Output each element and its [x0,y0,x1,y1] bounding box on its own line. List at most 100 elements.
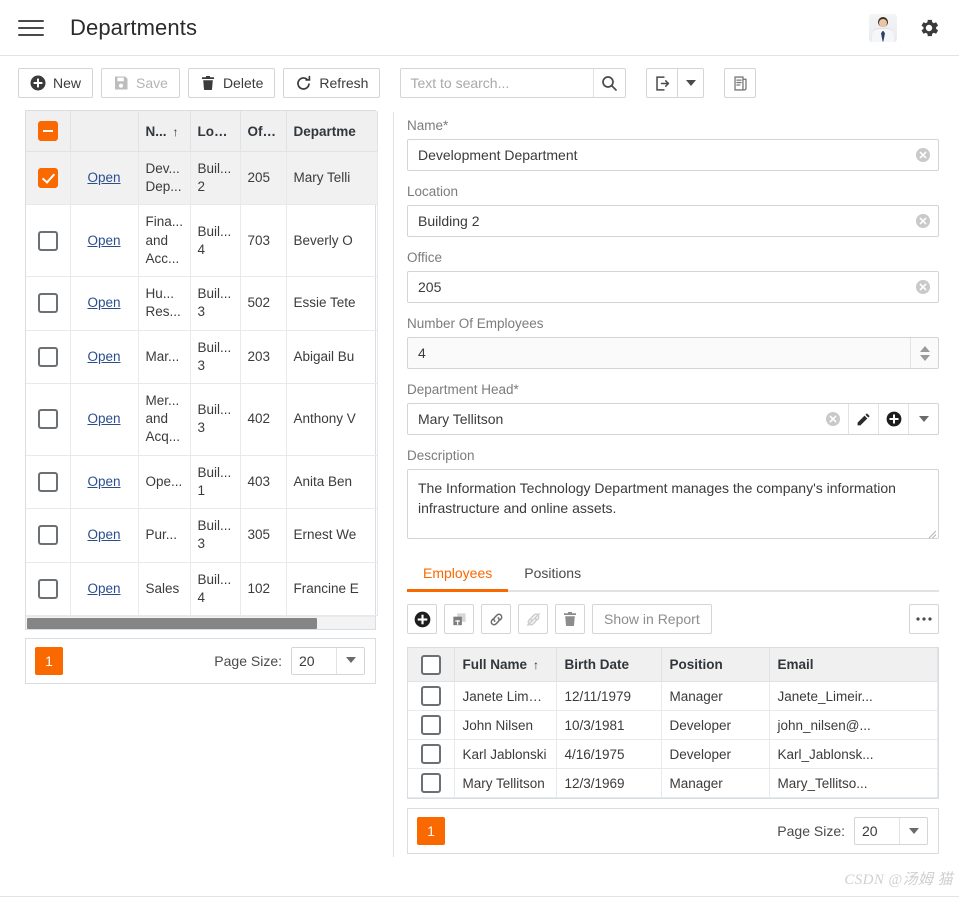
hamburger-icon[interactable] [18,17,44,39]
duplicate-icon[interactable] [444,604,474,634]
column-header-position[interactable]: Position [661,648,770,682]
search-input[interactable] [401,69,594,97]
description-textarea[interactable] [407,469,939,539]
tab-positions[interactable]: Positions [508,560,597,592]
open-link[interactable]: Open [87,295,120,310]
chevron-down-icon[interactable] [899,818,927,844]
column-header-name[interactable]: N... ↑ [138,111,191,152]
office-input[interactable] [408,272,908,302]
gear-icon[interactable] [917,16,941,40]
clear-circle-icon[interactable] [908,213,938,229]
spinner-arrows-icon[interactable] [910,338,938,368]
column-header-office[interactable]: Offi... [240,111,287,152]
row-checkbox[interactable] [420,773,441,793]
spinner-down-icon[interactable] [919,354,930,361]
page-button-1[interactable]: 1 [35,646,63,675]
row-checkbox[interactable] [420,715,441,735]
unlink-icon[interactable] [518,604,548,634]
position-cell: Manager [661,681,770,711]
clear-circle-icon[interactable] [908,279,938,295]
table-row[interactable]: Open Ope... Buil... 1 403 Anita Ben [26,455,378,510]
employees-page-size-select[interactable]: 20 [854,817,928,845]
column-header-email[interactable]: Email [769,648,938,682]
row-checkbox[interactable] [37,578,58,599]
row-checkbox[interactable] [37,168,58,189]
header-actions [869,13,945,42]
employees-grid: Full Name ↑ Birth Date Position Email Jan… [407,647,939,799]
employees-page-button-1[interactable]: 1 [417,817,445,845]
table-row[interactable]: Open Dev... Dep... Buil... 2 205 Mary Telli [26,151,378,206]
export-icon[interactable] [646,68,679,98]
row-checkbox[interactable] [420,744,441,764]
chevron-down-icon[interactable] [908,404,938,434]
location-cell: Buil... 3 [190,276,241,331]
report-icon[interactable] [724,68,757,98]
row-checkbox[interactable] [37,409,58,430]
row-select-cell [26,276,71,331]
column-header-location[interactable]: Loc... [190,111,241,152]
save-button[interactable]: Save [101,68,180,98]
open-link[interactable]: Open [87,411,120,426]
table-row[interactable]: Open Sales Buil... 4 102 Francine E [26,562,378,616]
clear-circle-icon[interactable] [908,147,938,163]
column-header-department-head[interactable]: Departme [286,111,378,152]
new-button[interactable]: New [18,68,94,98]
pencil-icon[interactable] [848,404,878,434]
employees-select-all-checkbox[interactable] [420,654,441,675]
name-input[interactable] [408,140,908,170]
department-head-input[interactable] [408,404,818,434]
open-cell: Open [70,455,139,510]
avatar[interactable] [869,13,897,42]
select-all-checkbox[interactable] [37,121,58,141]
table-row[interactable]: Open Fina... and Acc... Buil... 4 703 Beverl… [26,204,378,278]
tab-employees[interactable]: Employees [407,560,509,592]
employee-count-input[interactable] [408,338,910,368]
clear-circle-icon[interactable] [818,411,848,427]
table-row[interactable]: John Nilsen 10/3/1981 Developer john_nilsen… [408,710,938,740]
show-in-report-button[interactable]: Show in Report [592,604,712,634]
delete-employee-button[interactable] [555,604,585,634]
table-row[interactable]: Karl Jablonski 4/16/1975 Developer Karl_Jab… [408,739,938,769]
link-icon[interactable] [481,604,511,634]
row-checkbox[interactable] [37,346,58,367]
row-checkbox[interactable] [420,686,441,706]
export-dropdown-arrow[interactable] [678,68,705,98]
open-cell: Open [70,383,139,456]
row-select-cell [26,562,71,616]
table-row[interactable]: Open Mer... and Acq... Buil... 3 402 Anthony… [26,383,378,456]
plus-circle-icon[interactable] [878,404,908,434]
location-input[interactable] [408,206,908,236]
table-row[interactable]: Janete Limeira 12/11/1979 Manager Janete_Li… [408,681,938,711]
column-header-birth-date[interactable]: Birth Date [556,648,662,682]
row-select-cell [408,768,455,798]
detail-pane: Name* Location Office [394,110,959,897]
add-employee-button[interactable] [407,604,437,634]
ellipsis-icon[interactable] [909,604,939,634]
grid-horizontal-scrollbar[interactable] [26,615,375,629]
open-link[interactable]: Open [87,527,120,542]
table-row[interactable]: Mary Tellitson 12/3/1969 Manager Mary_Telli… [408,768,938,798]
table-row[interactable]: Open Mar... Buil... 3 203 Abigail Bu [26,330,378,384]
column-header-full-name[interactable]: Full Name ↑ [454,648,557,682]
table-row[interactable]: Open Hu... Res... Buil... 3 502 Essie Tete [26,276,378,331]
delete-button[interactable]: Delete [187,68,276,98]
row-checkbox[interactable] [37,471,58,492]
refresh-button[interactable]: Refresh [283,68,381,98]
open-link[interactable]: Open [87,233,120,248]
open-link[interactable]: Open [87,474,120,489]
row-checkbox[interactable] [37,230,58,251]
table-row[interactable]: Open Pur... Buil... 3 305 Ernest We [26,508,378,563]
open-link[interactable]: Open [87,581,120,596]
refresh-button-label: Refresh [319,75,369,91]
birth-date-cell: 12/3/1969 [556,768,662,798]
open-link[interactable]: Open [87,349,120,364]
employees-page-size-label: Page Size: [777,823,845,839]
grid-scrollbar-thumb[interactable] [27,617,317,629]
spinner-up-icon[interactable] [919,345,930,352]
search-icon[interactable] [593,69,625,97]
chevron-down-icon[interactable] [336,647,364,674]
row-checkbox[interactable] [37,293,58,314]
open-link[interactable]: Open [87,170,120,185]
page-size-select[interactable]: 20 [291,646,365,675]
row-checkbox[interactable] [37,525,58,546]
